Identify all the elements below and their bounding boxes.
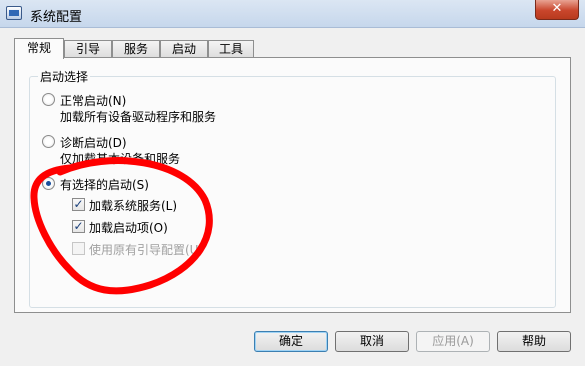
load-system-services-label[interactable]: 加载系统服务(L) (89, 197, 177, 214)
apply-button: 应用(A) (416, 331, 490, 352)
diagnostic-startup-label[interactable]: 诊断启动(D) (60, 134, 127, 151)
diagnostic-startup-description: 仅加载基本设备和服务 (60, 152, 181, 166)
close-button[interactable]: ✕ (535, 0, 579, 20)
tab-general[interactable]: 常规 (14, 38, 64, 59)
ok-button[interactable]: 确定 (254, 331, 328, 352)
use-original-boot-config-label: 使用原有引导配置(U) (89, 243, 204, 257)
checkbox-load-startup-items[interactable]: ✓ (72, 220, 85, 233)
normal-startup-label[interactable]: 正常启动(N) (60, 92, 126, 109)
tab-startup[interactable]: 启动 (160, 40, 208, 58)
cancel-button[interactable]: 取消 (335, 331, 409, 352)
group-label: 启动选择 (38, 68, 91, 85)
checkbox-use-original-boot-config (72, 242, 85, 255)
tab-services[interactable]: 服务 (112, 40, 160, 58)
radio-diagnostic-startup[interactable] (42, 135, 55, 148)
general-tab-panel: 启动选择 正常启动(N) 加载所有设备驱动程序和服务 诊断启动(D) 仅加载基本… (14, 57, 571, 313)
title-bar: 系统配置 ✕ (0, 0, 585, 28)
checkbox-load-system-services[interactable]: ✓ (72, 198, 85, 211)
load-startup-items-label[interactable]: 加载启动项(O) (89, 219, 168, 236)
window-title: 系统配置 (30, 10, 83, 25)
normal-startup-description: 加载所有设备驱动程序和服务 (60, 110, 217, 124)
system-config-icon (6, 6, 22, 20)
help-button[interactable]: 帮助 (497, 331, 571, 352)
radio-selective-startup[interactable] (42, 177, 55, 190)
tab-tools[interactable]: 工具 (208, 40, 254, 58)
tab-boot[interactable]: 引导 (64, 40, 112, 58)
selective-startup-label[interactable]: 有选择的启动(S) (60, 176, 149, 193)
startup-selection-group: 启动选择 正常启动(N) 加载所有设备驱动程序和服务 诊断启动(D) 仅加载基本… (29, 68, 556, 308)
radio-normal-startup[interactable] (42, 93, 55, 106)
